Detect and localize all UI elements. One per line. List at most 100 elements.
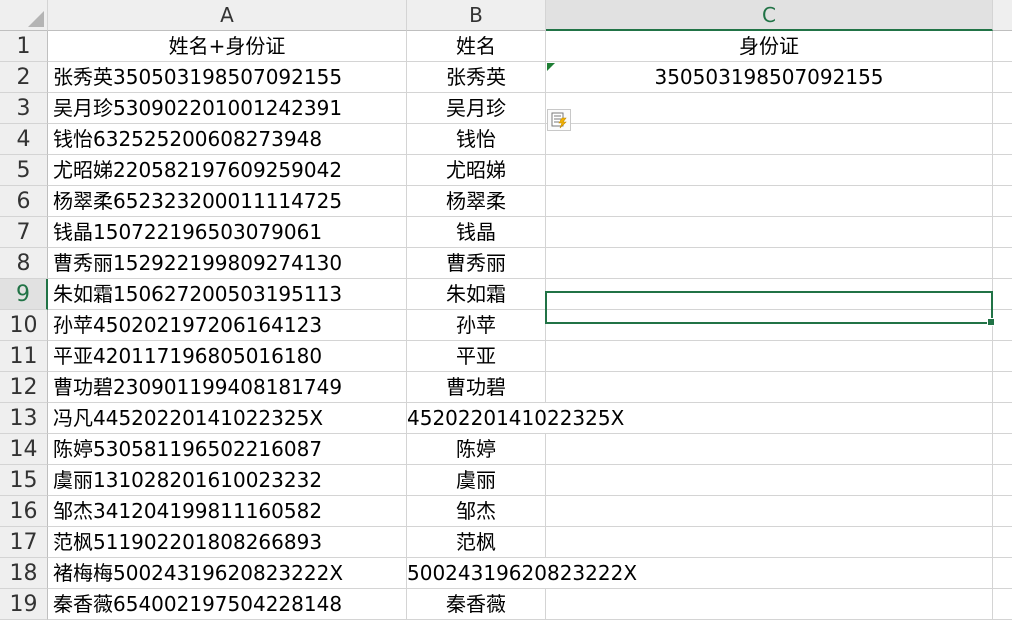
row-header[interactable]: 9 (0, 279, 48, 310)
cell-b16[interactable]: 邹杰 (407, 496, 546, 527)
cell-a14[interactable]: 陈婷530581196502216087 (48, 434, 407, 465)
cell-b15[interactable]: 虞丽 (407, 465, 546, 496)
cell-c2[interactable]: 350503198507092155 (546, 62, 993, 93)
row-header[interactable]: 4 (0, 124, 48, 155)
cell-b3[interactable]: 吴月珍 (407, 93, 546, 124)
row-header[interactable]: 14 (0, 434, 48, 465)
cell-a4[interactable]: 钱怡632525200608273948 (48, 124, 407, 155)
cell-c11[interactable] (546, 341, 993, 372)
cell-b2[interactable]: 张秀英 (407, 62, 546, 93)
cell-a1[interactable]: 姓名+身份证 (48, 31, 407, 62)
cell-c17[interactable] (546, 527, 993, 558)
row-header[interactable]: 13 (0, 403, 48, 434)
cell-d18[interactable] (993, 558, 1012, 589)
cell-d12[interactable] (993, 372, 1012, 403)
cell-b7[interactable]: 钱晶 (407, 217, 546, 248)
cell-d9[interactable] (993, 279, 1012, 310)
cell-c14[interactable] (546, 434, 993, 465)
cell-d8[interactable] (993, 248, 1012, 279)
cell-d19[interactable] (993, 589, 1012, 620)
cell-c5[interactable] (546, 155, 993, 186)
cell-b1[interactable]: 姓名 (407, 31, 546, 62)
column-header-b[interactable]: B (407, 0, 546, 31)
cell-a13[interactable]: 冯凡44520220141022325X (48, 403, 407, 434)
cell-c16[interactable] (546, 496, 993, 527)
row-header[interactable]: 11 (0, 341, 48, 372)
row-header[interactable]: 7 (0, 217, 48, 248)
select-all-corner[interactable] (0, 0, 48, 31)
cell-c3[interactable] (546, 93, 993, 124)
row-header[interactable]: 12 (0, 372, 48, 403)
cell-d11[interactable] (993, 341, 1012, 372)
flash-fill-options-icon[interactable] (547, 109, 571, 131)
cell-c8[interactable] (546, 248, 993, 279)
row-header[interactable]: 6 (0, 186, 48, 217)
row-header[interactable]: 5 (0, 155, 48, 186)
cell-a10[interactable]: 孙苹450202197206164123 (48, 310, 407, 341)
cell-c1[interactable]: 身份证 (546, 31, 993, 62)
cell-b10[interactable]: 孙苹 (407, 310, 546, 341)
cell-a8[interactable]: 曹秀丽152922199809274130 (48, 248, 407, 279)
cell-a7[interactable]: 钱晶150722196503079061 (48, 217, 407, 248)
cell-a17[interactable]: 范枫511902201808266893 (48, 527, 407, 558)
cell-a9[interactable]: 朱如霜150627200503195113 (48, 279, 407, 310)
cell-a6[interactable]: 杨翠柔652323200011114725 (48, 186, 407, 217)
cell-b8[interactable]: 曹秀丽 (407, 248, 546, 279)
cell-a15[interactable]: 虞丽131028201610023232 (48, 465, 407, 496)
cell-a18[interactable]: 褚梅梅50024319620823222X (48, 558, 407, 589)
cell-d13[interactable] (993, 403, 1012, 434)
row-header[interactable]: 10 (0, 310, 48, 341)
cell-c12[interactable] (546, 372, 993, 403)
cell-a19[interactable]: 秦香薇654002197504228148 (48, 589, 407, 620)
cell-b19[interactable]: 秦香薇 (407, 589, 546, 620)
cell-b11[interactable]: 平亚 (407, 341, 546, 372)
cell-d5[interactable] (993, 155, 1012, 186)
cell-d10[interactable] (993, 310, 1012, 341)
row-header[interactable]: 8 (0, 248, 48, 279)
cell-a11[interactable]: 平亚420117196805016180 (48, 341, 407, 372)
cell-b6[interactable]: 杨翠柔 (407, 186, 546, 217)
cell-a5[interactable]: 尤昭娣220582197609259042 (48, 155, 407, 186)
row-header[interactable]: 1 (0, 31, 48, 62)
row-header[interactable]: 18 (0, 558, 48, 589)
cell-d15[interactable] (993, 465, 1012, 496)
cell-b9[interactable]: 朱如霜 (407, 279, 546, 310)
row-header[interactable]: 15 (0, 465, 48, 496)
cell-b12[interactable]: 曹功碧 (407, 372, 546, 403)
cell-c9[interactable] (546, 279, 993, 310)
row-header[interactable]: 16 (0, 496, 48, 527)
column-header-a[interactable]: A (48, 0, 407, 31)
cell-a12[interactable]: 曹功碧230901199408181749 (48, 372, 407, 403)
cell-d6[interactable] (993, 186, 1012, 217)
row-header[interactable]: 3 (0, 93, 48, 124)
cell-d16[interactable] (993, 496, 1012, 527)
cell-c15[interactable] (546, 465, 993, 496)
cell-d7[interactable] (993, 217, 1012, 248)
cell-b4[interactable]: 钱怡 (407, 124, 546, 155)
cell-b5[interactable]: 尤昭娣 (407, 155, 546, 186)
cell-c7[interactable] (546, 217, 993, 248)
cell-b18[interactable]: 50024319620823222X (407, 558, 637, 589)
cell-a2[interactable]: 张秀英350503198507092155 (48, 62, 407, 93)
row-header[interactable]: 19 (0, 589, 48, 620)
cell-d3[interactable] (993, 93, 1012, 124)
column-header-d[interactable] (993, 0, 1012, 31)
cell-c6[interactable] (546, 186, 993, 217)
row-header[interactable]: 2 (0, 62, 48, 93)
cell-c10[interactable] (546, 310, 993, 341)
row-header[interactable]: 17 (0, 527, 48, 558)
cell-a3[interactable]: 吴月珍530902201001242391 (48, 93, 407, 124)
cell-c13[interactable] (546, 403, 993, 434)
cell-a16[interactable]: 邹杰341204199811160582 (48, 496, 407, 527)
cell-d2[interactable] (993, 62, 1012, 93)
column-header-c[interactable]: C (546, 0, 993, 31)
cell-d14[interactable] (993, 434, 1012, 465)
cell-d4[interactable] (993, 124, 1012, 155)
cell-d1[interactable] (993, 31, 1012, 62)
cell-c19[interactable] (546, 589, 993, 620)
cell-d17[interactable] (993, 527, 1012, 558)
cell-b13[interactable]: 4520220141022325X (407, 403, 624, 434)
cell-c4[interactable] (546, 124, 993, 155)
cell-c18[interactable] (546, 558, 993, 589)
cell-b14[interactable]: 陈婷 (407, 434, 546, 465)
